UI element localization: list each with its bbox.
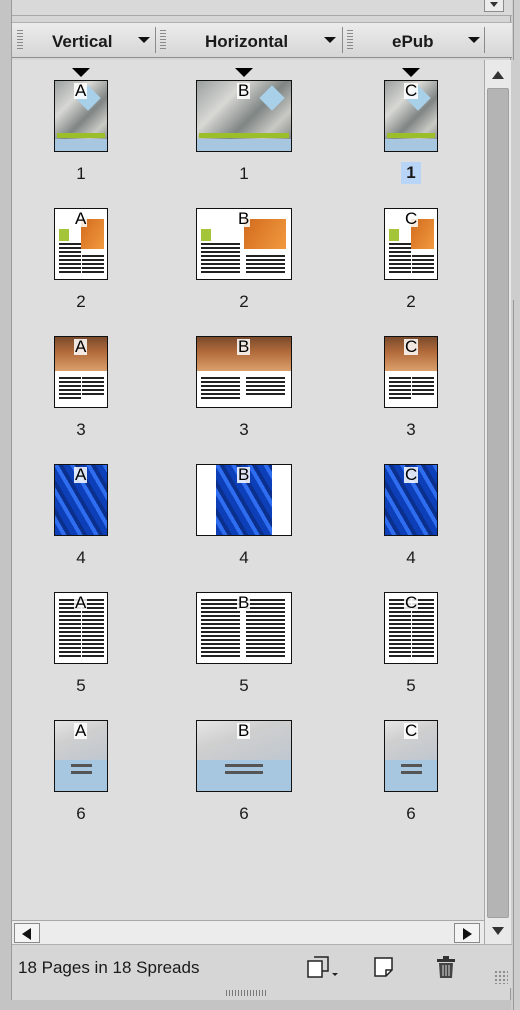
new-page-icon [374, 957, 393, 977]
resize-grip-icon[interactable] [494, 970, 508, 984]
master-page-letter: C [404, 721, 419, 740]
master-page-letter: B [237, 81, 251, 100]
page-size-icon [307, 956, 338, 978]
page-thumbnail[interactable]: C [384, 336, 438, 408]
status-bar: 18 Pages in 18 Spreads [12, 944, 512, 988]
page-thumbnail[interactable]: A [54, 464, 108, 536]
master-page-letter: B [237, 209, 251, 228]
master-page-letter: B [237, 593, 251, 612]
page-number-label[interactable]: 2 [391, 292, 431, 312]
column-header-vertical[interactable]: Vertical [52, 32, 113, 52]
column-menu-icon[interactable] [138, 37, 150, 43]
page-thumbnail[interactable]: C [384, 80, 438, 152]
chevron-down-icon[interactable] [484, 0, 504, 12]
page-thumbnail[interactable]: A [54, 336, 108, 408]
page-number-label[interactable]: 5 [61, 676, 101, 696]
master-applied-marker-icon [72, 68, 90, 77]
page-thumbnails-area: A 1 B 1 C 1 A 2 B 2 C 2 A 3 B 3 C 3 A 4 B 4 C 4 A 5 B 5 C 5 A 6 B 6 C 6 [12, 60, 484, 920]
page-thumbnail[interactable]: C [384, 464, 438, 536]
master-page-letter: B [237, 337, 251, 356]
master-page-letter: A [74, 337, 88, 356]
page-thumbnail[interactable]: A [54, 720, 108, 792]
master-page-letter: A [74, 465, 88, 484]
page-number-label[interactable]: 2 [224, 292, 264, 312]
layout-columns-header: Vertical Horizontal ePub [12, 22, 512, 58]
master-page-letter: B [237, 721, 251, 740]
scroll-up-icon[interactable] [488, 66, 508, 84]
page-thumbnail[interactable]: A [54, 80, 108, 152]
scroll-down-icon[interactable] [488, 922, 508, 940]
page-number-label[interactable]: 3 [391, 420, 431, 440]
master-page-letter: C [404, 593, 419, 612]
page-count-label: 18 Pages in 18 Spreads [18, 958, 200, 977]
master-applied-marker-icon [235, 68, 253, 77]
page-thumbnail[interactable]: B [196, 720, 292, 792]
page-number-label[interactable]: 6 [391, 804, 431, 824]
page-number-label[interactable]: 6 [224, 804, 264, 824]
page-number-label[interactable]: 3 [224, 420, 264, 440]
scroll-right-icon[interactable] [454, 923, 480, 943]
column-divider[interactable] [155, 27, 156, 53]
column-header-horizontal[interactable]: Horizontal [205, 32, 288, 52]
page-number-label[interactable]: 3 [61, 420, 101, 440]
page-number-label[interactable]: 4 [61, 548, 101, 568]
master-page-letter: C [404, 81, 419, 100]
master-page-letter: C [404, 209, 419, 228]
page-number-label[interactable]: 1 [61, 164, 101, 184]
page-number-label[interactable]: 5 [391, 676, 431, 696]
horizontal-scrollbar[interactable] [12, 920, 484, 944]
page-thumbnail[interactable]: C [384, 720, 438, 792]
delete-page-button[interactable] [434, 955, 458, 979]
panel-resize-handle[interactable] [226, 990, 266, 996]
vertical-scrollbar[interactable] [484, 60, 511, 944]
column-divider [484, 27, 485, 53]
page-thumbnail[interactable]: A [54, 208, 108, 280]
column-grip-icon[interactable] [17, 30, 23, 50]
master-applied-marker-icon [402, 68, 420, 77]
scrollbar-thumb[interactable] [487, 88, 509, 918]
page-number-label[interactable]: 5 [224, 676, 264, 696]
window-edge [511, 0, 520, 1010]
master-page-letter: A [74, 209, 88, 228]
column-menu-icon[interactable] [468, 37, 480, 43]
page-number-label[interactable]: 6 [61, 804, 101, 824]
master-page-letter: A [74, 81, 88, 100]
page-thumbnail[interactable]: B [196, 80, 292, 152]
page-thumbnail[interactable]: C [384, 592, 438, 664]
column-grip-icon[interactable] [160, 30, 166, 50]
page-thumbnail[interactable]: A [54, 592, 108, 664]
page-thumbnail[interactable]: B [196, 336, 292, 408]
pages-panel-window: Vertical Horizontal ePub A 1 B 1 C 1 A 2 B 2 C 2… [0, 0, 520, 1010]
trash-icon [437, 956, 455, 978]
previous-panel-strip [12, 0, 512, 16]
page-size-button[interactable] [304, 955, 344, 979]
master-page-letter: B [237, 465, 251, 484]
master-page-letter: C [404, 337, 419, 356]
column-grip-icon[interactable] [347, 30, 353, 50]
page-number-label[interactable]: 1 [224, 164, 264, 184]
page-number-label[interactable]: 1 [401, 162, 421, 184]
page-number-label[interactable]: 2 [61, 292, 101, 312]
pages-panel: Vertical Horizontal ePub A 1 B 1 C 1 A 2 B 2 C 2… [11, 0, 512, 1000]
page-thumbnail[interactable]: C [384, 208, 438, 280]
column-divider[interactable] [342, 27, 343, 53]
page-thumbnail[interactable]: B [196, 464, 292, 536]
page-number-label[interactable]: 4 [224, 548, 264, 568]
column-menu-icon[interactable] [324, 37, 336, 43]
new-page-button[interactable] [372, 955, 396, 979]
page-thumbnail[interactable]: B [196, 592, 292, 664]
scroll-left-icon[interactable] [14, 923, 40, 943]
master-page-letter: A [74, 593, 88, 612]
column-header-epub[interactable]: ePub [392, 32, 434, 52]
page-number-label[interactable]: 4 [391, 548, 431, 568]
page-thumbnail[interactable]: B [196, 208, 292, 280]
master-page-letter: C [404, 465, 419, 484]
master-page-letter: A [74, 721, 88, 740]
